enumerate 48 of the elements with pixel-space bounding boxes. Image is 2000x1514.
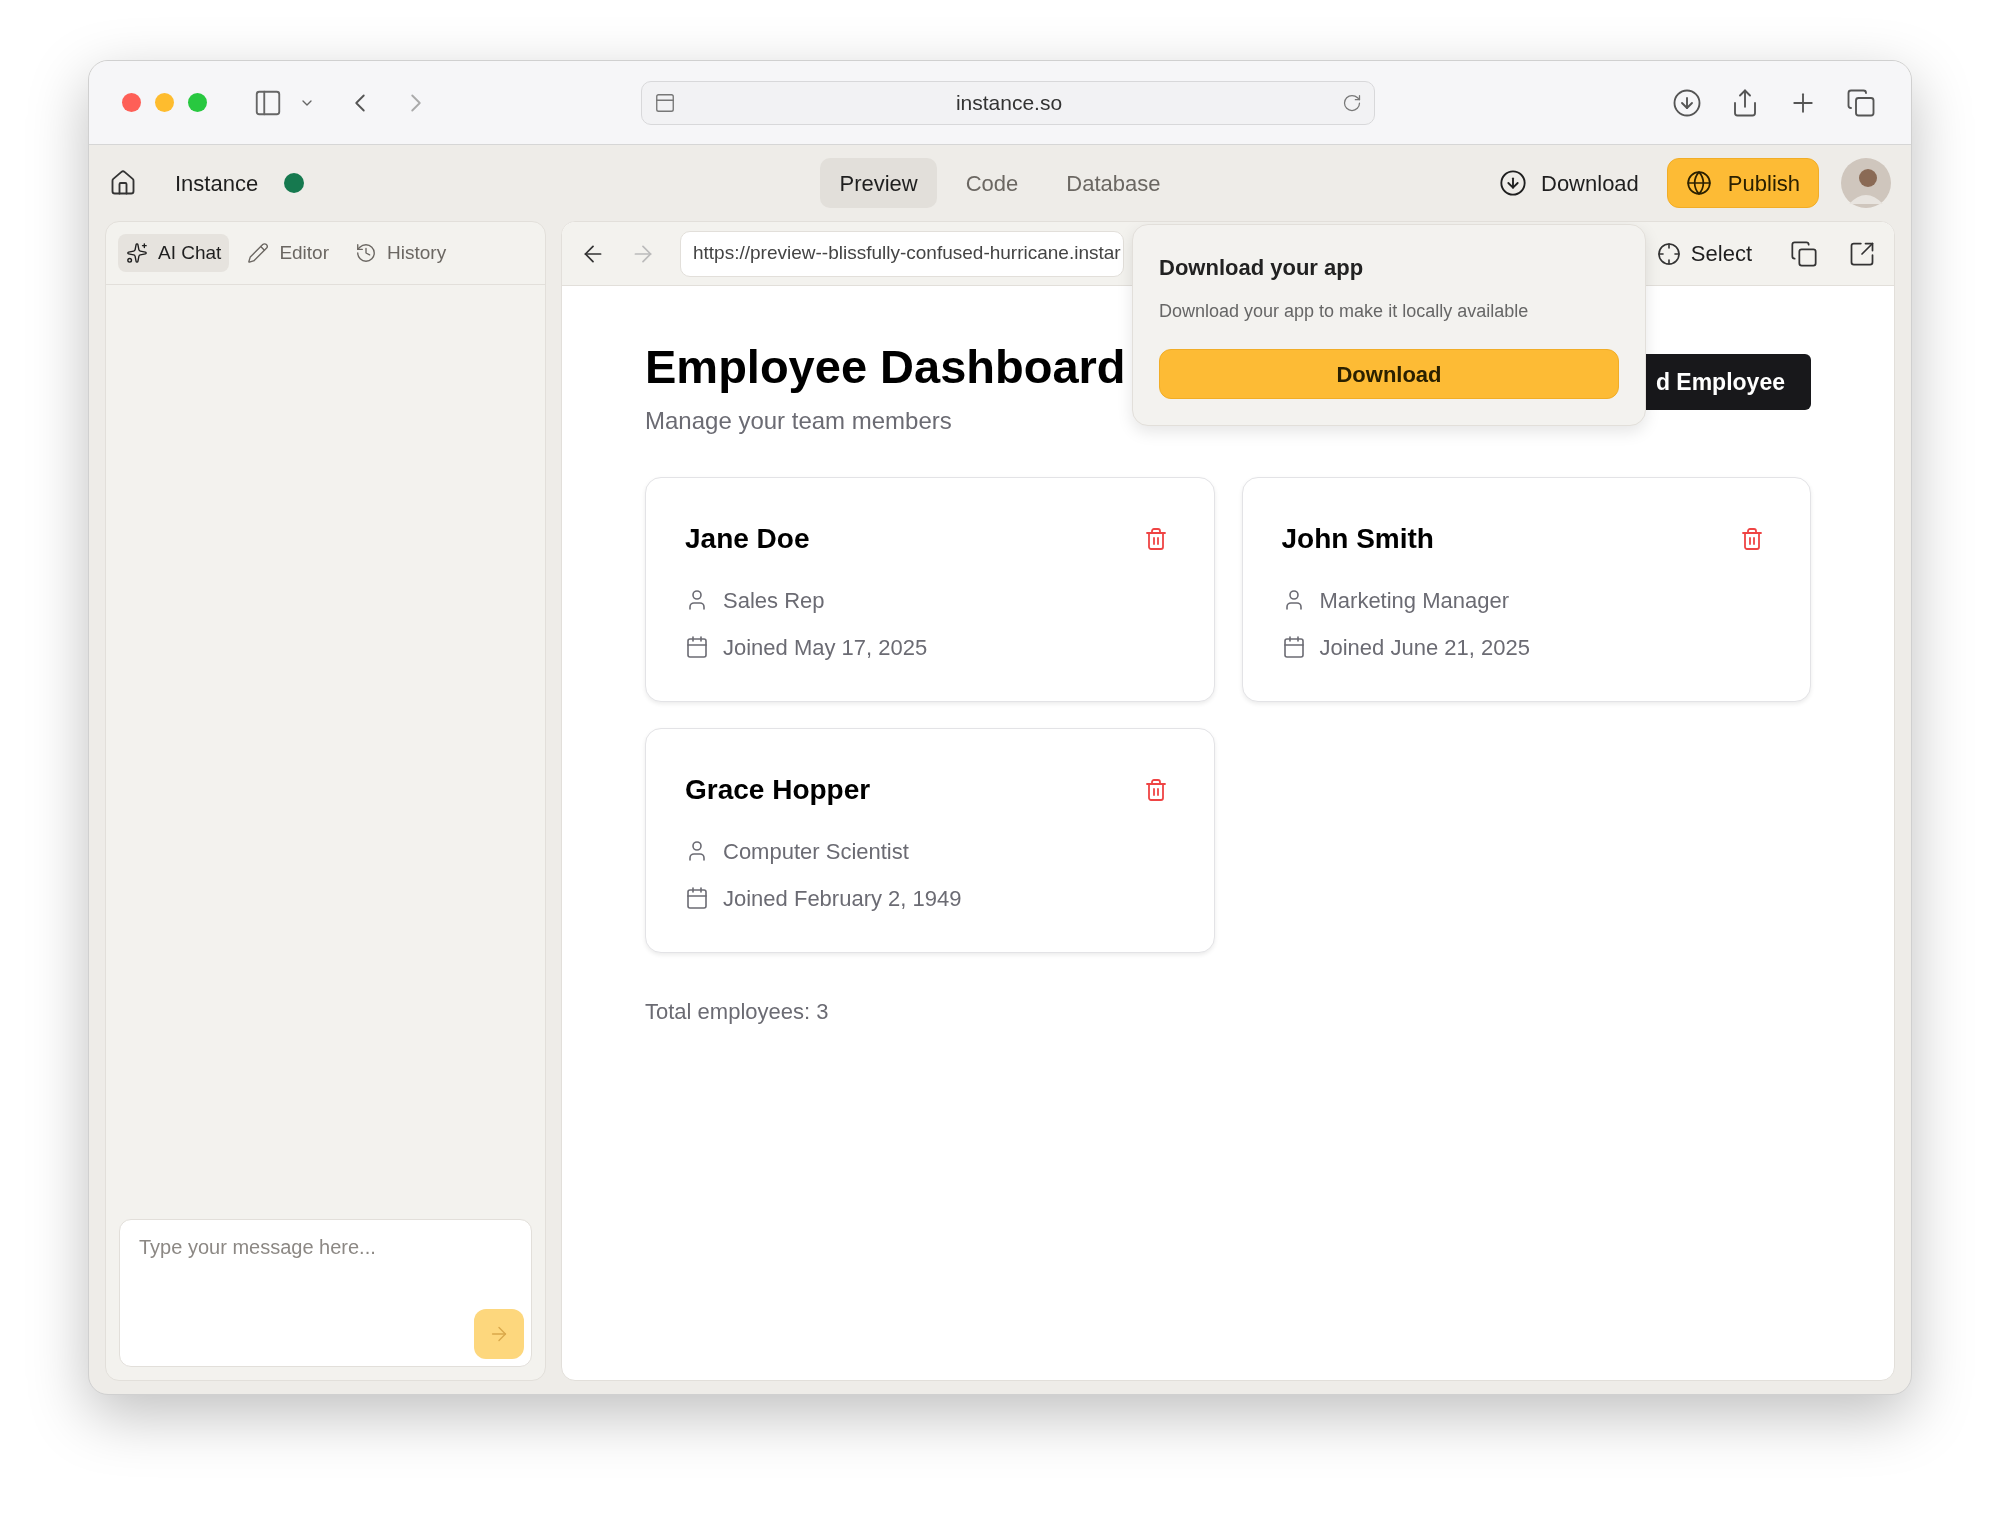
delete-icon[interactable] xyxy=(1740,526,1764,551)
employee-name: John Smith xyxy=(1281,521,1434,556)
select-label[interactable]: Select xyxy=(1690,237,1752,270)
history-icon xyxy=(355,242,377,264)
panel-tab[interactable]: AI Chat xyxy=(118,234,230,272)
panel-tab[interactable]: Editor xyxy=(239,234,337,272)
download-button[interactable]: Download xyxy=(1493,158,1645,208)
employee-role: Sales Rep xyxy=(723,586,825,615)
publish-button[interactable]: Publish xyxy=(1666,158,1819,208)
popup-title: Download your app xyxy=(1159,254,1365,282)
app-name: Instance xyxy=(175,169,259,198)
calendar-icon xyxy=(685,886,709,911)
panel-tab[interactable]: History xyxy=(347,234,455,272)
employee-name: Jane Doe xyxy=(685,521,810,556)
join-date: Joined May 17, 2025 xyxy=(723,633,928,662)
reload-icon[interactable] xyxy=(1342,92,1362,113)
crosshair-icon[interactable] xyxy=(1656,241,1681,266)
address-bar[interactable]: instance.so xyxy=(641,80,1375,125)
avatar[interactable] xyxy=(1841,158,1891,208)
delete-icon[interactable] xyxy=(1143,777,1168,802)
employee-total: Total employees: 3 xyxy=(645,997,830,1026)
globe-icon xyxy=(1685,170,1712,196)
page-title: Employee Dashboard xyxy=(645,339,1126,395)
employee-name: Grace Hopper xyxy=(685,772,871,807)
download-icon xyxy=(1499,169,1527,197)
downloads-icon[interactable] xyxy=(1672,87,1702,118)
employee-role: Computer Scientist xyxy=(723,837,909,866)
delete-icon[interactable] xyxy=(1143,526,1168,551)
popup-description: Download your app to make it locally available xyxy=(1159,300,1530,323)
url-field[interactable]: https://preview--blissfully-confused-hurricane.instar xyxy=(680,230,1124,277)
view-tab[interactable]: Database xyxy=(1047,158,1180,208)
pencil-icon xyxy=(247,242,270,264)
view-tab[interactable]: Code xyxy=(946,158,1038,208)
popup-download-button[interactable]: Download xyxy=(1159,349,1619,399)
calendar-icon xyxy=(1281,635,1306,660)
message-field[interactable]: Type your message here... xyxy=(119,1219,532,1367)
employee-role: Marketing Manager xyxy=(1319,586,1510,615)
join-date: Joined June 21, 2025 xyxy=(1319,633,1530,662)
copy-icon[interactable] xyxy=(1790,239,1818,268)
home-icon[interactable] xyxy=(109,169,137,197)
close-icon[interactable] xyxy=(122,93,141,112)
page-icon xyxy=(654,91,676,114)
tabs-icon[interactable] xyxy=(1846,87,1876,118)
sparkles-icon xyxy=(126,242,148,264)
calendar-icon xyxy=(685,635,709,660)
view-tab[interactable]: Preview xyxy=(820,158,937,208)
page-subtitle: Manage your team members xyxy=(645,405,953,436)
join-date: Joined February 2, 1949 xyxy=(723,884,962,913)
